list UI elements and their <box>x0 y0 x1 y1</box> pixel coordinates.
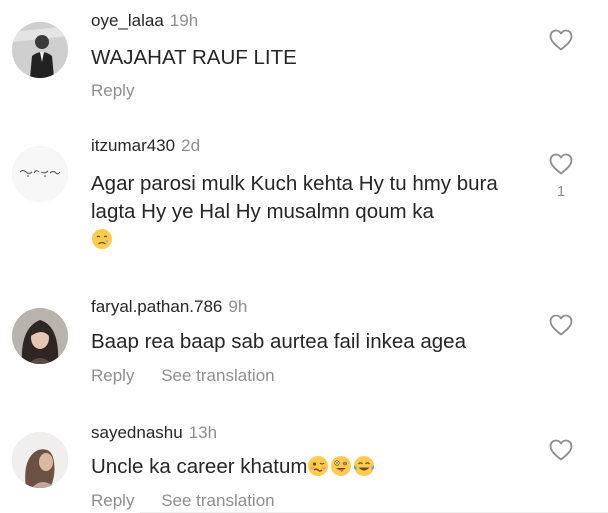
see-translation-button[interactable]: See translation <box>161 491 274 510</box>
zany-face-icon <box>331 456 352 476</box>
timestamp: 19h <box>169 11 199 30</box>
comment-text: Baap rea baap sab aurtea fail inkea agea <box>91 330 466 353</box>
reply-button[interactable]: Reply <box>91 81 134 100</box>
username[interactable]: itzumar430 <box>91 136 175 155</box>
like-button[interactable] <box>548 439 574 461</box>
woman-side-avatar-icon <box>12 432 68 488</box>
comment-text: WAJAHAT RAUF LITE <box>91 46 297 69</box>
avatar[interactable] <box>12 308 68 364</box>
comment-text-body: Uncle ka career khatum <box>91 455 308 478</box>
comment-actions: Reply <box>91 81 156 101</box>
man-in-suit-avatar-icon <box>12 22 68 78</box>
tears-of-joy-face-icon <box>354 456 375 476</box>
woozy-face-icon <box>308 456 329 476</box>
like-count: 1 <box>556 183 566 200</box>
comment-actions: Reply See translation <box>91 366 297 386</box>
timestamp: 2d <box>181 136 201 155</box>
comment-text-body: Agar parosi mulk Kuch kehta Hy tu hmy bu… <box>91 172 498 223</box>
username[interactable]: faryal.pathan.786 <box>91 297 222 316</box>
comment-text: Uncle ka career khatum <box>91 453 531 481</box>
username[interactable]: sayednashu <box>91 423 183 442</box>
reply-button[interactable]: Reply <box>91 366 134 385</box>
heart-icon <box>549 314 573 336</box>
comment-actions: Reply See translation <box>91 491 297 511</box>
username[interactable]: oye_lalaa <box>91 11 164 30</box>
comment-meta: oye_lalaa 19h <box>91 11 198 31</box>
comment-meta: itzumar430 2d <box>91 136 200 156</box>
heart-icon <box>549 29 573 51</box>
avatar[interactable] <box>12 432 68 488</box>
reply-button[interactable]: Reply <box>91 491 134 510</box>
like-button[interactable] <box>548 29 574 51</box>
timestamp: 9h <box>228 297 248 316</box>
see-translation-button[interactable]: See translation <box>161 366 274 385</box>
comment-meta: sayednashu 13h <box>91 423 217 443</box>
avatar[interactable] <box>12 22 68 78</box>
heart-icon <box>549 439 573 461</box>
crying-face-icon <box>92 229 112 249</box>
heart-icon <box>549 153 573 175</box>
comment-text: Agar parosi mulk Kuch kehta Hy tu hmy bu… <box>91 170 531 254</box>
urdu-text-avatar-icon <box>12 146 68 202</box>
woman-portrait-avatar-icon <box>12 308 68 364</box>
like-button[interactable] <box>548 314 574 336</box>
like-button[interactable]: 1 <box>548 153 574 200</box>
avatar[interactable] <box>12 146 68 202</box>
timestamp: 13h <box>188 423 218 442</box>
comment-meta: faryal.pathan.786 9h <box>91 297 247 317</box>
